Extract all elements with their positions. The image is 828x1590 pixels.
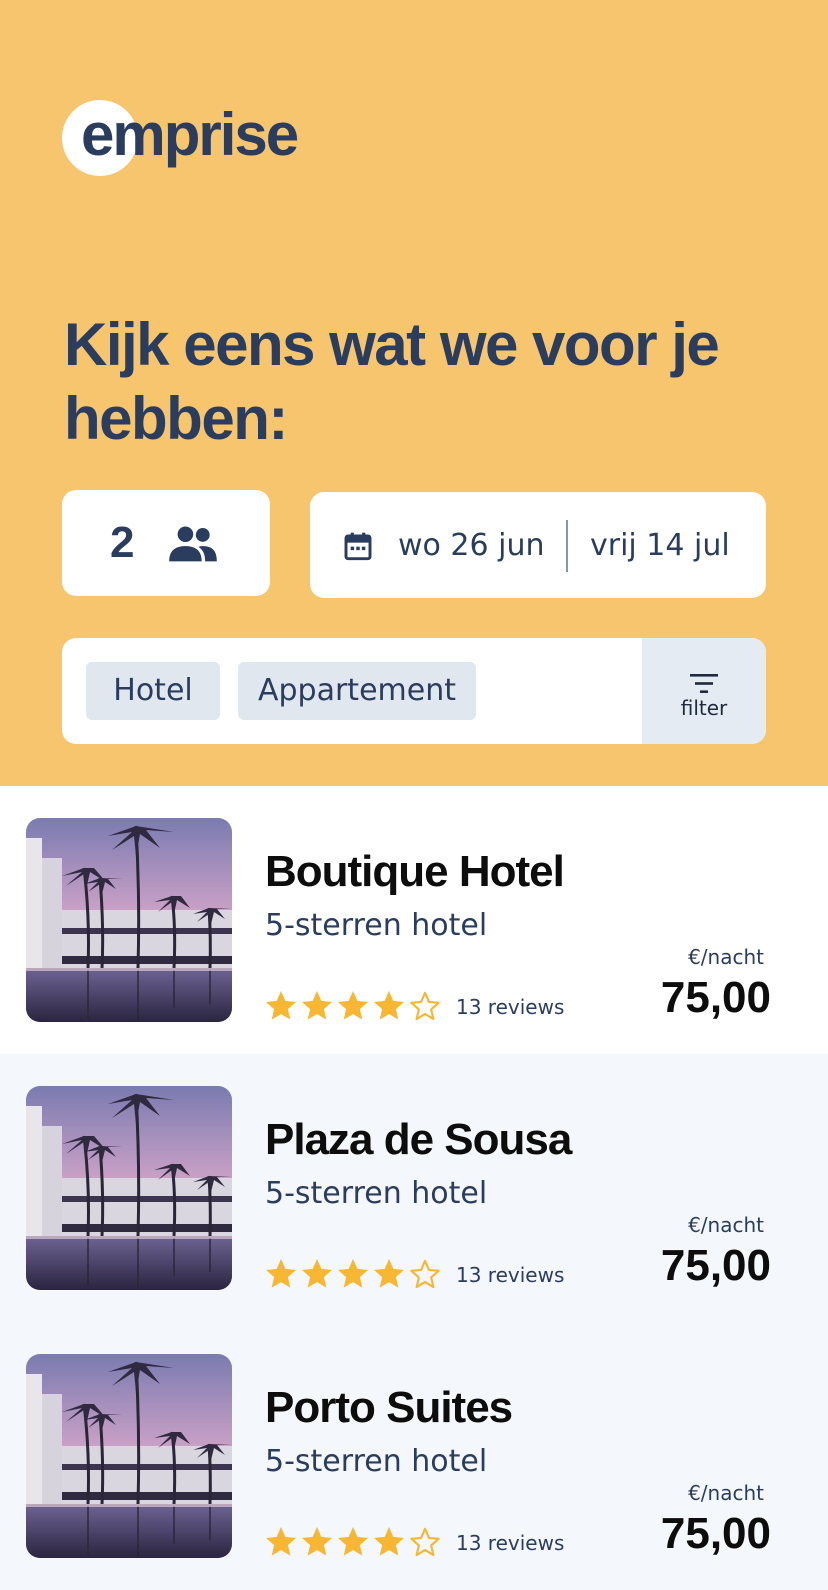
star-empty-icon [407,1256,443,1292]
hotel-type: 5-sterren hotel [265,1444,488,1479]
brand-name: emprise [81,101,299,168]
price: 75,00 [660,1509,771,1558]
type-chip-hotel[interactable]: Hotel [86,662,220,720]
star-full-icon [299,988,335,1024]
guests-count: 2 [110,518,135,567]
hotel-photo[interactable] [26,1354,232,1558]
star-full-icon [371,988,407,1024]
type-chip-appartement[interactable]: Appartement [238,662,476,720]
filter-label: filter [680,696,728,720]
hotel-name[interactable]: Plaza de Sousa [265,1114,572,1166]
review-count[interactable]: 13 reviews [456,994,564,1020]
hotel-name[interactable]: Porto Suites [265,1382,513,1434]
price-unit: €/nacht [688,945,764,969]
hotel-photo[interactable] [26,818,232,1022]
star-full-icon [263,1524,299,1560]
star-full-icon [371,1524,407,1560]
guests-selector[interactable]: 2 [62,490,270,596]
star-empty-icon [407,988,443,1024]
star-full-icon [371,1256,407,1292]
check-out-date[interactable]: vrij 14 jul [590,528,730,564]
star-rating [263,988,443,1024]
hero-section: emprise Kijk eens wat we voor je hebben:… [0,0,828,786]
star-full-icon [299,1256,335,1292]
brand-logo[interactable]: emprise [62,100,322,176]
price-unit: €/nacht [688,1213,764,1237]
people-icon [169,526,217,562]
price: 75,00 [660,973,771,1022]
star-full-icon [299,1524,335,1560]
hotel-name[interactable]: Boutique Hotel [265,846,565,898]
star-full-icon [335,1256,371,1292]
date-divider [566,520,568,572]
hotel-photo[interactable] [26,1086,232,1290]
accommodation-type-filter: Hotel Appartement filter [62,638,766,744]
check-in-date[interactable]: wo 26 jun [398,528,545,564]
price-unit: €/nacht [688,1481,764,1505]
star-empty-icon [407,1524,443,1560]
star-full-icon [335,988,371,1024]
price: 75,00 [660,1241,771,1290]
page-title: Kijk eens wat we voor je hebben: [64,311,720,452]
star-full-icon [263,1256,299,1292]
hotel-type: 5-sterren hotel [265,908,488,943]
date-range-picker[interactable]: wo 26 jun vrij 14 jul [310,492,766,598]
hotel-type: 5-sterren hotel [265,1176,488,1211]
result-card[interactable]: Porto Suites 5-sterren hotel 13 reviews … [0,1322,828,1590]
star-rating [263,1524,443,1560]
result-card[interactable]: Plaza de Sousa 5-sterren hotel 13 review… [0,1054,828,1322]
result-card[interactable]: Boutique Hotel 5-sterren hotel 13 review… [0,786,828,1054]
review-count[interactable]: 13 reviews [456,1262,564,1288]
filter-button[interactable]: filter [642,638,766,744]
review-count[interactable]: 13 reviews [456,1530,564,1556]
star-rating [263,1256,443,1292]
filter-icon [690,674,718,693]
results-list: Boutique Hotel 5-sterren hotel 13 review… [0,786,828,1590]
calendar-icon [344,532,372,561]
star-full-icon [335,1524,371,1560]
star-full-icon [263,988,299,1024]
